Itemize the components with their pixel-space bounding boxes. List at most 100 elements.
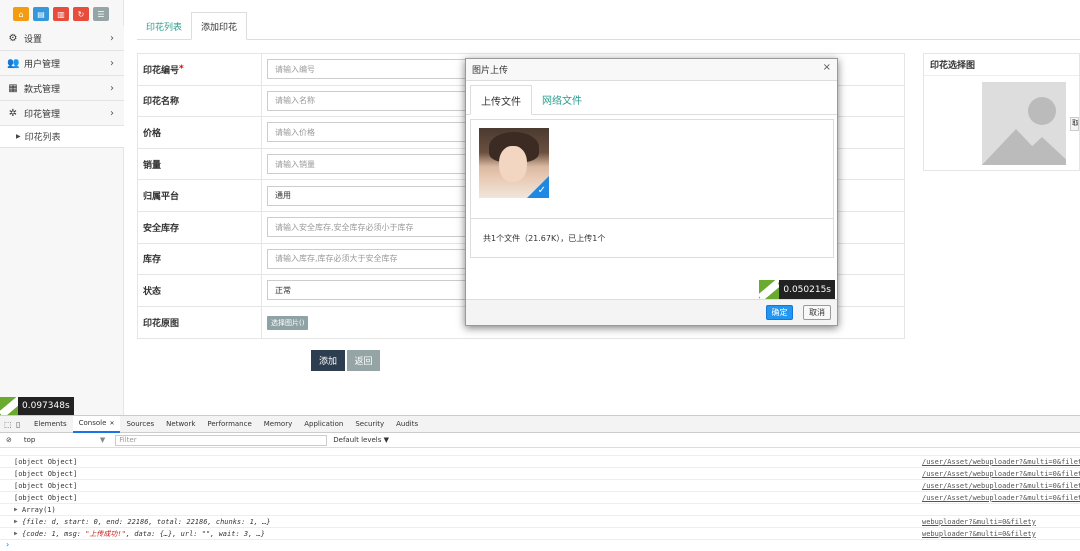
console-line[interactable]: ▶ Array(1): [0, 504, 1080, 516]
tab-audits[interactable]: Audits: [390, 416, 424, 433]
cancel-button[interactable]: 取消: [803, 305, 831, 320]
modal-header: 图片上传 ×: [466, 59, 837, 81]
sidebar-item-prints[interactable]: ✲ 印花管理 ›: [0, 101, 124, 126]
timer-logo-icon: [0, 397, 18, 415]
sales-input[interactable]: 请输入销量: [267, 154, 467, 175]
sidebar-item-users[interactable]: 👥 用户管理 ›: [0, 51, 124, 76]
timer-logo-icon: [759, 280, 780, 300]
stock-input[interactable]: 请输入库存,库存必须大于安全库存: [267, 248, 467, 269]
select-image-button[interactable]: 选择图片(): [267, 315, 309, 330]
preview-action-button[interactable]: 取: [1070, 117, 1079, 131]
sidebar-item-label: 印花管理: [24, 109, 61, 120]
inspect-icon[interactable]: ⬚: [4, 420, 16, 429]
page-timer: 0.097348s: [0, 397, 74, 415]
image-upload-modal: 图片上传 × 上传文件 网络文件 ✓ 共1个文件（21.67K），已上传1个 0…: [465, 58, 838, 326]
print-preview-panel: 印花选择图 取: [923, 53, 1080, 171]
price-input[interactable]: 请输入价格: [267, 122, 467, 143]
tab-add-print[interactable]: 添加印花: [191, 12, 248, 40]
form-label: 价格: [138, 117, 262, 148]
source-link[interactable]: webuploader?&multi=0&filety: [922, 518, 1080, 526]
source-link[interactable]: webuploader?&multi=0&filety: [922, 530, 1080, 538]
console-toolbar: ⊘ top ▼ Filter Default levels ▼: [0, 433, 1080, 448]
upload-area: ✓ 共1个文件（21.67K），已上传1个: [470, 119, 834, 258]
form-label: 印花编号 *: [138, 54, 262, 85]
form-label: 状态: [138, 275, 262, 306]
context-select[interactable]: top: [24, 436, 94, 444]
gears-icon: ⚙: [8, 32, 18, 44]
close-icon[interactable]: ×: [823, 62, 831, 73]
tab-network-file[interactable]: 网络文件: [532, 84, 592, 114]
levels-select[interactable]: Default levels ▼: [333, 436, 389, 444]
source-link[interactable]: /user/Asset/webuploader?&multi=0&filetyp…: [922, 470, 1080, 478]
source-link[interactable]: /user/Asset/webuploader?&multi=0&filetyp…: [922, 482, 1080, 490]
eye-icon[interactable]: ▼: [100, 436, 105, 444]
device-icon[interactable]: ▯: [16, 420, 28, 429]
timer-value: 0.050215s: [779, 280, 835, 300]
tab-network[interactable]: Network: [160, 416, 201, 433]
tab-upload-file[interactable]: 上传文件: [470, 85, 532, 115]
console-line[interactable]: ▶ {code: 1, msg: "上传成功!", data: {…}, url…: [0, 528, 1080, 540]
form-label: 印花名称: [138, 85, 262, 117]
image-placeholder-icon: [982, 82, 1066, 165]
safety-stock-input[interactable]: 请输入安全库存,安全库存必须小于库存: [267, 217, 467, 238]
source-link[interactable]: /user/Asset/webuploader?&multi=0&filetyp…: [922, 458, 1080, 466]
quick-toolbar: ⌂ ▤ ▥ ↻ ☰: [13, 7, 109, 21]
sidebar-item-label: 设置: [24, 34, 43, 45]
sidebar-item-label: 用户管理: [24, 59, 61, 70]
form-label: 归属平台: [138, 180, 262, 211]
form-label: 安全库存: [138, 211, 262, 243]
tab-console[interactable]: Console ✕: [72, 415, 121, 433]
refresh-icon[interactable]: ↻: [73, 7, 89, 21]
list-icon[interactable]: ☰: [93, 7, 109, 21]
form-label: 库存: [138, 243, 262, 275]
code-input[interactable]: 请输入编号: [267, 59, 467, 80]
add-button[interactable]: 添加: [311, 350, 345, 371]
chevron-right-icon: ›: [110, 32, 114, 44]
tab-performance[interactable]: Performance: [201, 416, 257, 433]
status-select[interactable]: 正常: [267, 280, 467, 301]
expand-arrow-icon: ▶: [14, 518, 18, 525]
platform-select[interactable]: 通用: [267, 185, 467, 206]
tab-memory[interactable]: Memory: [258, 416, 298, 433]
source-link[interactable]: /user/Asset/webuploader?&multi=0&filetyp…: [922, 494, 1080, 502]
back-button[interactable]: 返回: [347, 350, 380, 371]
console-line: [object Object] /user/Asset/webuploader?…: [0, 492, 1080, 504]
tab-application[interactable]: Application: [298, 416, 349, 433]
tab-elements[interactable]: Elements: [28, 416, 73, 433]
devtools-tabs: ⬚ ▯ Elements Console ✕ Sources Network Pe…: [0, 415, 1080, 433]
clear-console-icon[interactable]: ⊘: [6, 436, 12, 444]
sidebar: ⌂ ▤ ▥ ↻ ☰ ⚙ 设置 › 👥 用户管理 › ▦ 款式管理 › ✲ 印花管…: [0, 0, 124, 415]
confirm-button[interactable]: 确定: [766, 305, 793, 320]
chevron-right-icon: ›: [110, 82, 114, 94]
sidebar-item-styles[interactable]: ▦ 款式管理 ›: [0, 76, 124, 101]
console-prompt[interactable]: ›: [0, 540, 1080, 550]
home-icon[interactable]: ⌂: [13, 7, 29, 21]
filter-input[interactable]: Filter: [115, 434, 328, 446]
tab-print-list[interactable]: 印花列表: [137, 12, 191, 40]
document-icon[interactable]: ▤: [33, 7, 49, 21]
triangle-right-icon: ▶: [16, 133, 21, 140]
upload-status: 共1个文件（21.67K），已上传1个: [471, 218, 833, 258]
console-line: [object Object] /user/Asset/webuploader?…: [0, 468, 1080, 480]
page: ⌂ ▤ ▥ ↻ ☰ ⚙ 设置 › 👥 用户管理 › ▦ 款式管理 › ✲ 印花管…: [0, 0, 1080, 551]
tab-sources[interactable]: Sources: [120, 416, 160, 433]
expand-arrow-icon: ▶: [14, 506, 18, 513]
tab-security[interactable]: Security: [349, 416, 390, 433]
sidebar-menu: ⚙ 设置 › 👥 用户管理 › ▦ 款式管理 › ✲ 印花管理 › ▶ 印花列表: [0, 26, 124, 148]
sidebar-item-settings[interactable]: ⚙ 设置 ›: [0, 26, 124, 51]
name-input[interactable]: 请输入名称: [267, 90, 467, 111]
sidebar-subitem-print-list[interactable]: ▶ 印花列表: [0, 126, 124, 148]
modal-tabs: 上传文件 网络文件: [466, 81, 837, 115]
sidebar-subitem-label: 印花列表: [24, 133, 61, 143]
checkmark-icon: ✓: [537, 185, 546, 196]
uploaded-thumbnail[interactable]: ✓: [479, 128, 549, 198]
expand-arrow-icon: ▶: [14, 530, 18, 537]
modal-title: 图片上传: [472, 66, 509, 76]
sidebar-item-label: 款式管理: [24, 84, 61, 95]
console-line: [object Object] /user/Asset/webuploader?…: [0, 456, 1080, 468]
console-line[interactable]: ▶ {file: d, start: 0, end: 22186, total:…: [0, 516, 1080, 528]
modal-footer: 确定 取消: [466, 299, 837, 325]
console-line: [object Object] /user/Asset/webuploader?…: [0, 480, 1080, 492]
chevron-down-icon: ›: [110, 107, 114, 119]
trash-icon[interactable]: ▥: [53, 7, 69, 21]
